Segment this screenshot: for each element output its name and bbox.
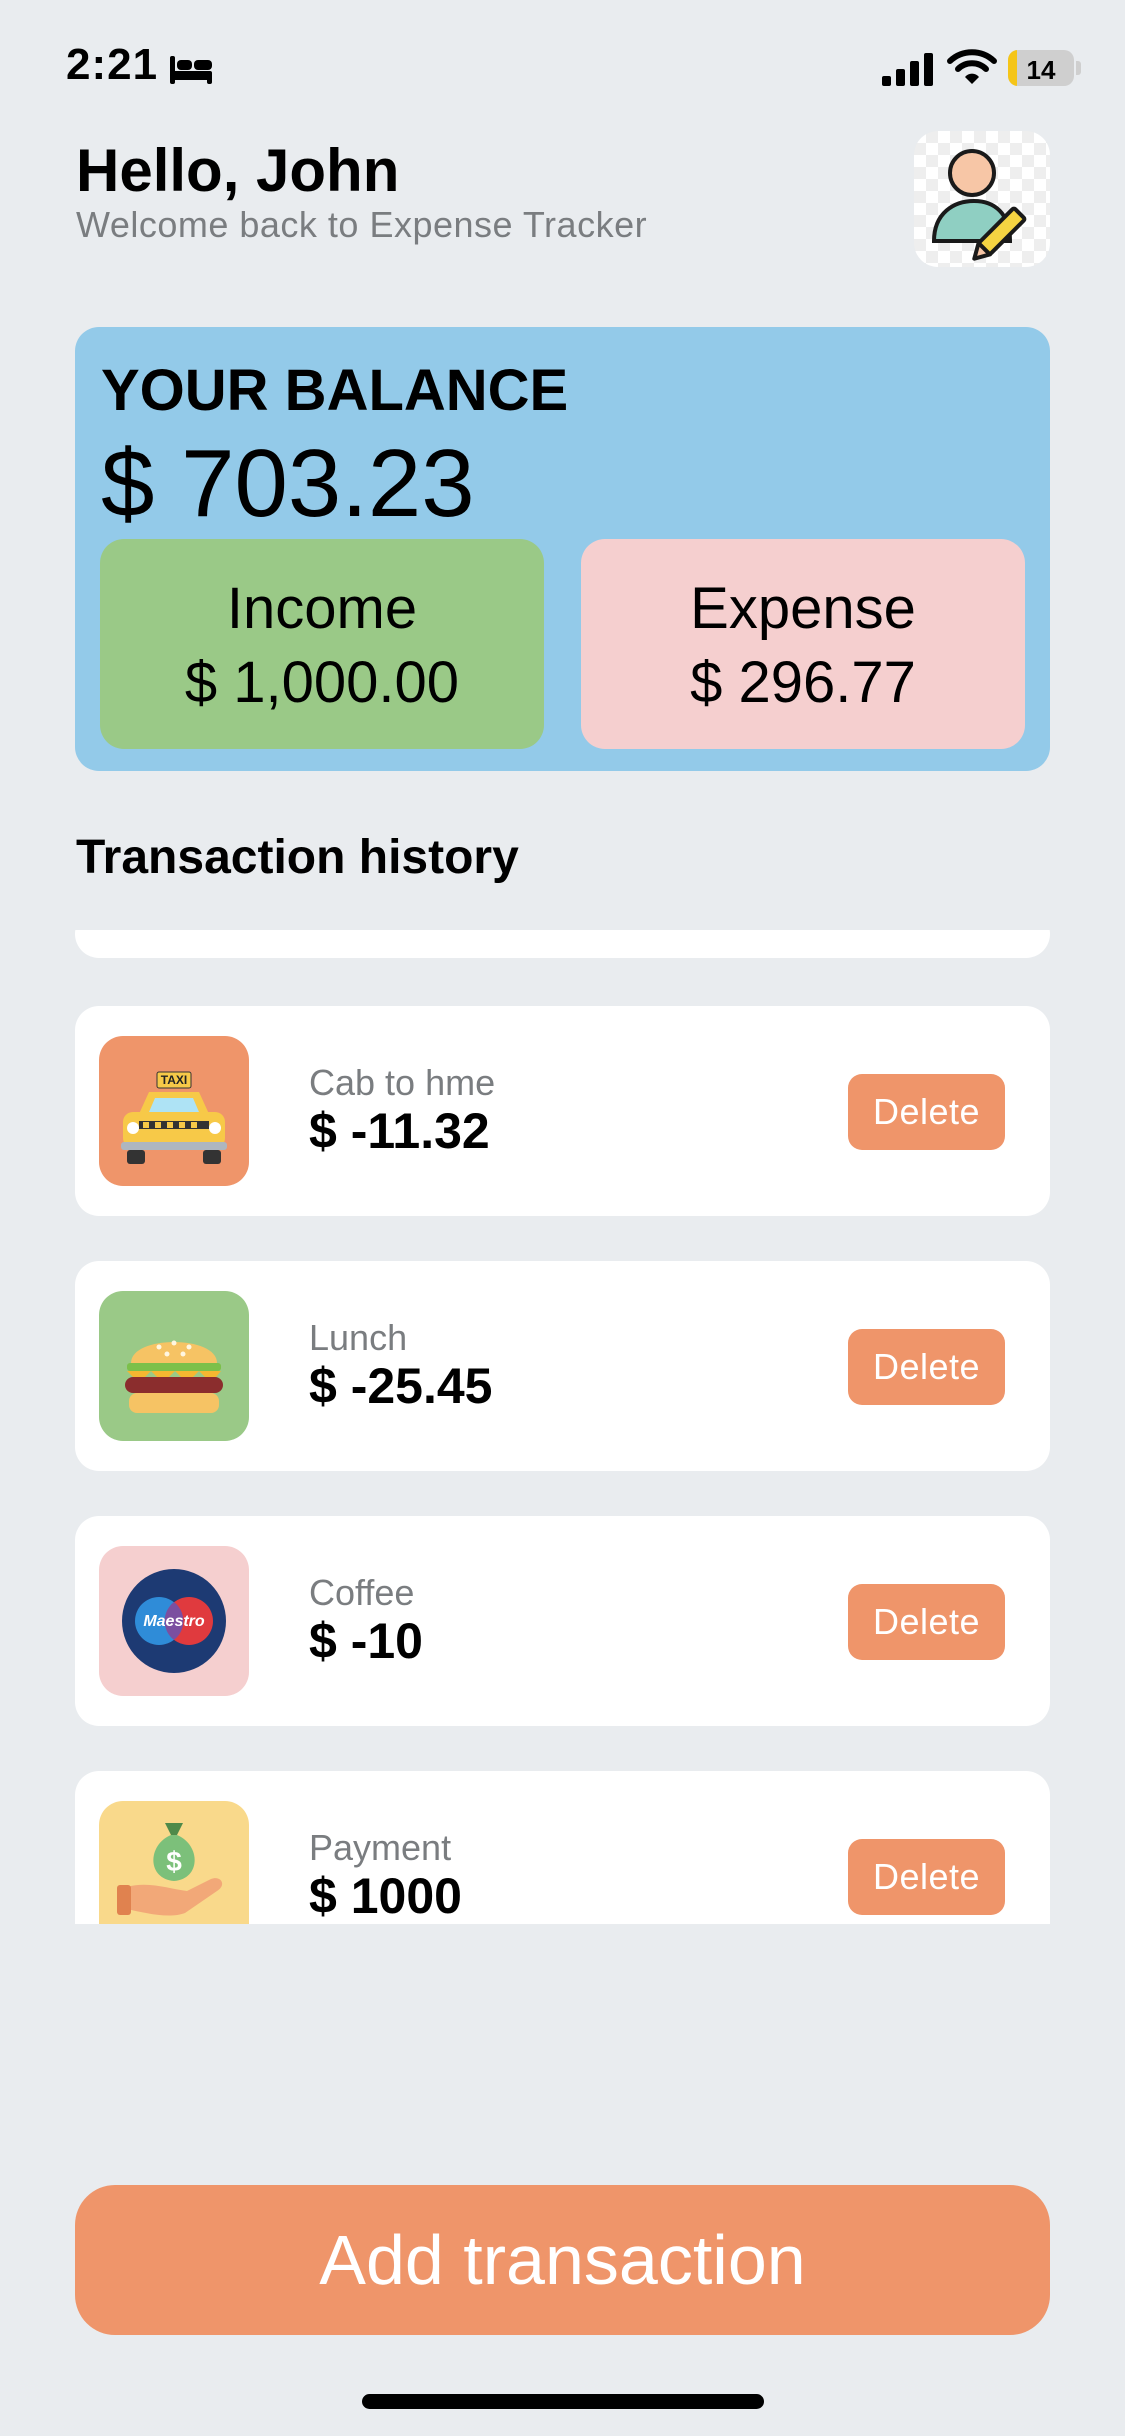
delete-button[interactable]: Delete xyxy=(848,1074,1005,1150)
income-card: Income $ 1,000.00 xyxy=(100,539,544,749)
transaction-name: Payment xyxy=(309,1827,452,1868)
cellular-signal-icon xyxy=(882,53,933,86)
list-item-partial xyxy=(75,930,1050,958)
user-edit-icon xyxy=(931,149,1027,261)
maestro-logo-text: Maestro xyxy=(143,1613,205,1630)
transaction-name: Cab to hme xyxy=(309,1062,496,1103)
status-time: 2:21 xyxy=(66,40,159,89)
sleep-mode-bed-icon xyxy=(170,56,212,84)
svg-text:TAXI: TAXI xyxy=(161,1073,187,1087)
balance-label: YOUR BALANCE xyxy=(101,358,569,423)
delete-button[interactable]: Delete xyxy=(848,1584,1005,1660)
transaction-amount: $ -10 xyxy=(309,1613,423,1669)
battery-level: 14 xyxy=(1026,55,1056,85)
transaction-amount: $ -11.32 xyxy=(309,1103,490,1159)
transaction-item: Maestro Coffee $ -10 Delete xyxy=(75,1516,1050,1726)
transaction-amount: $ -25.45 xyxy=(309,1358,493,1414)
balance-value: $ 703.23 xyxy=(101,430,475,537)
expense-card: Expense $ 296.77 xyxy=(581,539,1025,749)
welcome-subtitle: Welcome back to Expense Tracker xyxy=(76,204,648,245)
battery-icon: 14 xyxy=(1008,50,1074,86)
taxi-icon: TAXI xyxy=(99,1036,249,1186)
transaction-list[interactable]: TAXI Cab to hme $ -11.32 Delete Lunch $ … xyxy=(0,930,1125,1924)
transaction-name: Coffee xyxy=(309,1572,415,1613)
status-bar: 2:21 14 xyxy=(0,0,1125,140)
maestro-card-icon: Maestro xyxy=(99,1546,249,1696)
transaction-amount: $ 1000 xyxy=(309,1868,462,1924)
svg-text:$: $ xyxy=(166,1846,182,1877)
battery-cap xyxy=(1076,61,1081,75)
transaction-item: Lunch $ -25.45 Delete xyxy=(75,1261,1050,1471)
expense-value: $ 296.77 xyxy=(690,650,916,715)
transaction-history-title: Transaction history xyxy=(76,831,519,884)
income-label: Income xyxy=(226,576,418,641)
transaction-item: TAXI Cab to hme $ -11.32 Delete xyxy=(75,1006,1050,1216)
balance-card: YOUR BALANCE $ 703.23 Income $ 1,000.00 … xyxy=(75,327,1050,771)
delete-button[interactable]: Delete xyxy=(848,1839,1005,1915)
wifi-icon xyxy=(947,49,997,84)
profile-avatar-button[interactable] xyxy=(914,131,1050,267)
expense-label: Expense xyxy=(690,576,916,641)
add-transaction-button[interactable]: Add transaction xyxy=(75,2185,1050,2335)
income-value: $ 1,000.00 xyxy=(184,650,460,715)
delete-button[interactable]: Delete xyxy=(848,1329,1005,1405)
greeting-title: Hello, John xyxy=(76,137,400,204)
transaction-name: Lunch xyxy=(309,1317,408,1358)
transaction-item: $ Payment $ 1000 Delete xyxy=(75,1771,1050,1924)
burger-icon xyxy=(99,1291,249,1441)
home-indicator[interactable] xyxy=(362,2394,764,2409)
money-bag-hand-icon: $ xyxy=(99,1801,249,1924)
